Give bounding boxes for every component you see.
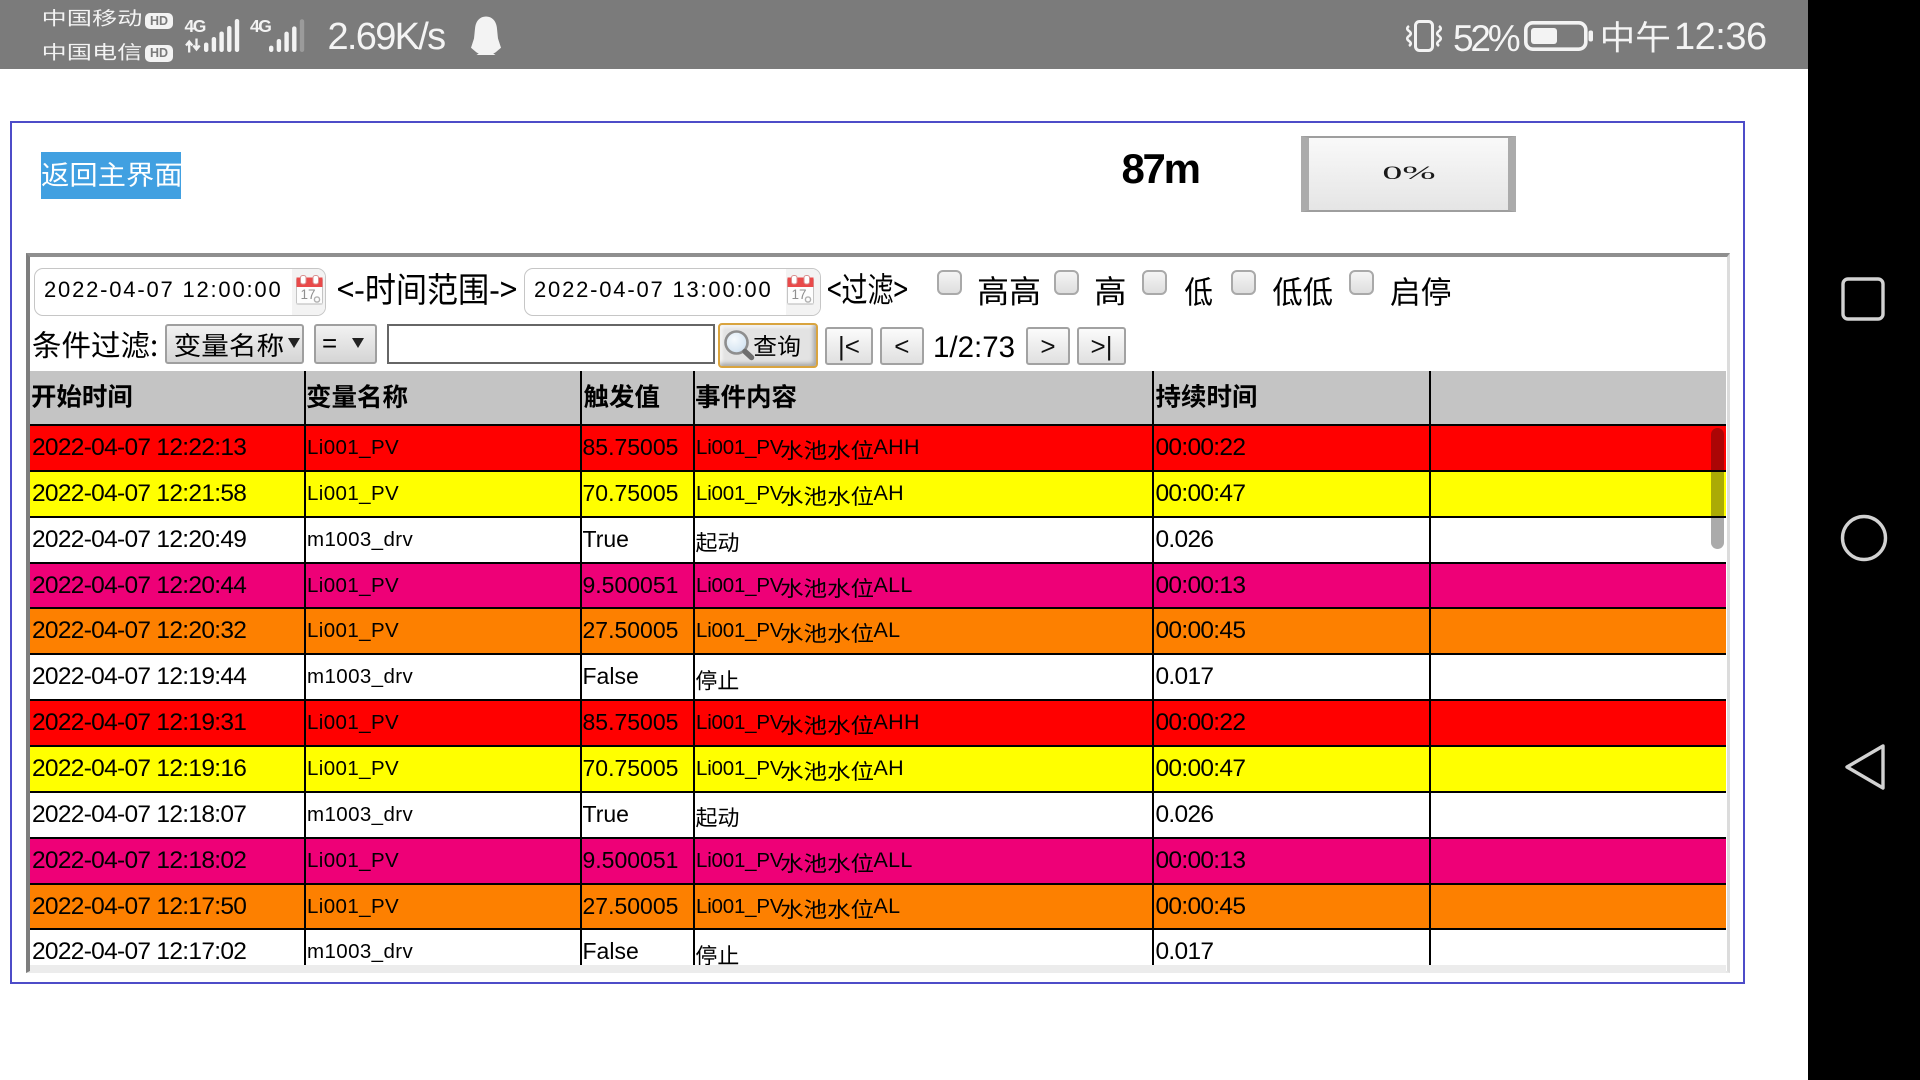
svg-text:17: 17 bbox=[791, 287, 806, 302]
svg-text:17: 17 bbox=[300, 287, 315, 302]
